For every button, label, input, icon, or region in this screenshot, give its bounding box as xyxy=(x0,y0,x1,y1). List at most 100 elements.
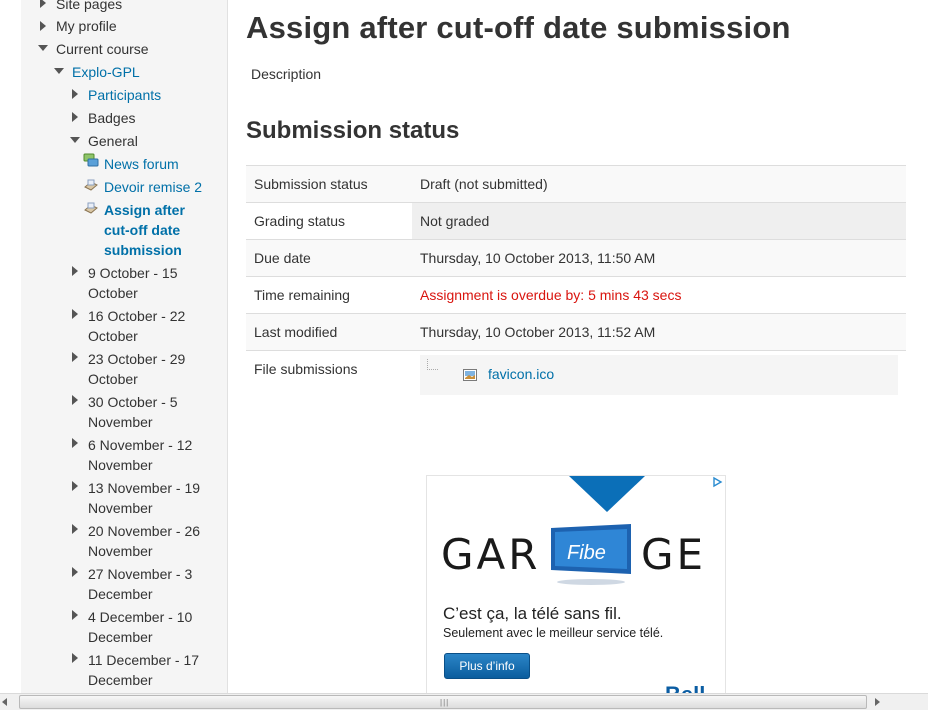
nav-news-forum[interactable]: News forum xyxy=(104,154,179,174)
nav-assign-after-cutoff[interactable]: Assign after cut-off date submission xyxy=(104,200,185,260)
row-label: Last modified xyxy=(246,313,412,351)
grading-status-value: Not graded xyxy=(412,202,906,240)
nav-label-line: November xyxy=(88,457,153,473)
nav-week-section[interactable]: 4 December - 10 December xyxy=(88,607,192,647)
scroll-right-arrow-icon[interactable] xyxy=(875,698,880,706)
nav-my-profile[interactable]: My profile xyxy=(56,16,117,36)
forum-icon xyxy=(83,153,99,167)
nav-label-line: cut-off date xyxy=(104,222,181,238)
scrollbar-thumb[interactable]: ||| xyxy=(19,695,867,709)
ad-wordmark-right: GE xyxy=(641,530,707,579)
expand-arrow-icon[interactable] xyxy=(72,266,78,276)
nav-label-line: 16 October - 22 xyxy=(88,308,186,324)
nav-label-line: 6 November - 12 xyxy=(88,437,193,453)
ad-subline: Seulement avec le meilleur service télé. xyxy=(443,626,664,640)
nav-participants[interactable]: Participants xyxy=(88,85,161,105)
row-label: Due date xyxy=(246,239,412,277)
nav-label-line: Assign after xyxy=(104,202,185,218)
navigation-sidebar: Site pages My profile Current course Exp… xyxy=(21,0,228,693)
row-label: Submission status xyxy=(246,165,412,203)
expand-arrow-icon[interactable] xyxy=(72,653,78,663)
collapse-arrow-icon[interactable] xyxy=(54,68,64,74)
nav-label-line: 11 December - 17 xyxy=(88,652,200,668)
collapse-arrow-icon[interactable] xyxy=(38,45,48,51)
nav-label-line: December xyxy=(88,629,153,645)
nav-label-line: December xyxy=(88,672,153,688)
nav-badges[interactable]: Badges xyxy=(88,108,135,128)
table-row: File submissions favicon.ico xyxy=(246,350,906,421)
table-row: Time remaining Assignment is overdue by:… xyxy=(246,276,906,314)
ad-wordmark-left: GAR xyxy=(441,530,541,579)
expand-arrow-icon[interactable] xyxy=(40,0,46,8)
nav-label-line: November xyxy=(88,414,153,430)
collapse-arrow-icon[interactable] xyxy=(70,137,80,143)
nav-week-section[interactable]: 23 October - 29 October xyxy=(88,349,185,389)
nav-week-section[interactable]: 9 October - 15 October xyxy=(88,263,178,303)
nav-label-line: 20 November - 26 xyxy=(88,523,201,539)
ad-tagline: C’est ça, la télé sans fil. xyxy=(443,604,622,623)
nav-week-section[interactable]: 30 October - 5 November xyxy=(88,392,178,432)
nav-week-section[interactable]: 20 November - 26 November xyxy=(88,521,200,561)
nav-devoir-remise-2[interactable]: Devoir remise 2 xyxy=(104,177,202,197)
nav-week-section[interactable]: 13 November - 19 November xyxy=(88,478,200,518)
file-tree: favicon.ico xyxy=(420,355,898,395)
nav-label-line: 4 December - 10 xyxy=(88,609,193,625)
expand-arrow-icon[interactable] xyxy=(72,481,78,491)
nav-label-line: 30 October - 5 xyxy=(88,394,178,410)
horizontal-scrollbar[interactable]: ||| xyxy=(0,693,928,710)
nav-label-line: 13 November - 19 xyxy=(88,480,201,496)
nav-label-line: October xyxy=(88,371,138,387)
nav-course-explo-gpl[interactable]: Explo-GPL xyxy=(72,62,140,82)
ad-brand-logo: Bell xyxy=(665,682,705,693)
row-value: Thursday, 10 October 2013, 11:52 AM xyxy=(412,313,906,351)
row-value: Draft (not submitted) xyxy=(412,165,906,203)
ad-wordmark: GAR Fibe GE xyxy=(441,524,711,594)
ad-choices-icon[interactable] xyxy=(711,476,723,488)
nav-general[interactable]: General xyxy=(88,131,138,151)
row-label: Time remaining xyxy=(246,276,412,314)
scroll-left-arrow-icon[interactable] xyxy=(2,698,7,706)
assignment-description: Description xyxy=(251,66,322,82)
nav-label-line: 9 October - 15 xyxy=(88,265,178,281)
nav-label-line: November xyxy=(88,500,153,516)
expand-arrow-icon[interactable] xyxy=(40,21,46,31)
file-submissions-cell: favicon.ico xyxy=(412,350,906,421)
table-row: Due date Thursday, 10 October 2013, 11:5… xyxy=(246,239,906,277)
left-gutter xyxy=(0,0,21,693)
expand-arrow-icon[interactable] xyxy=(72,112,78,122)
nav-week-section[interactable]: 11 December - 17 December xyxy=(88,650,199,690)
expand-arrow-icon[interactable] xyxy=(72,567,78,577)
page-title: Assign after cut-off date submission xyxy=(246,10,791,45)
expand-arrow-icon[interactable] xyxy=(72,89,78,99)
expand-arrow-icon[interactable] xyxy=(72,352,78,362)
nav-site-pages[interactable]: Site pages xyxy=(56,0,122,14)
nav-label-line: December xyxy=(88,586,153,602)
table-row: Submission status Draft (not submitted) xyxy=(246,165,906,203)
ad-more-info-button[interactable]: Plus d’info xyxy=(444,653,530,679)
nav-label-line: November xyxy=(88,543,153,559)
row-label: Grading status xyxy=(246,202,412,240)
nav-label-line: 27 November - 3 xyxy=(88,566,193,582)
nav-week-section[interactable]: 6 November - 12 November xyxy=(88,435,192,475)
nav-week-section[interactable]: 16 October - 22 October xyxy=(88,306,185,346)
scrollbar-corner xyxy=(884,694,928,710)
file-link-favicon[interactable]: favicon.ico xyxy=(488,366,554,382)
expand-arrow-icon[interactable] xyxy=(72,395,78,405)
expand-arrow-icon[interactable] xyxy=(72,610,78,620)
main-content: Assign after cut-off date submission Des… xyxy=(228,0,928,693)
nav-label-line: October xyxy=(88,328,138,344)
nav-current-course[interactable]: Current course xyxy=(56,39,149,59)
assignment-icon xyxy=(84,179,98,191)
nav-label-line: submission xyxy=(104,242,182,258)
expand-arrow-icon[interactable] xyxy=(72,309,78,319)
table-row: Grading status Not graded xyxy=(246,202,906,240)
advertisement-banner[interactable]: GAR Fibe GE C’est ça, la télé sans fil. … xyxy=(426,475,726,693)
scrollbar-grip-icon: ||| xyxy=(440,698,450,707)
expand-arrow-icon[interactable] xyxy=(72,524,78,534)
expand-arrow-icon[interactable] xyxy=(72,438,78,448)
ad-chevron-graphic xyxy=(569,476,645,512)
row-value: Thursday, 10 October 2013, 11:50 AM xyxy=(412,239,906,277)
submission-status-table: Submission status Draft (not submitted) … xyxy=(246,165,906,421)
nav-week-section[interactable]: 27 November - 3 December xyxy=(88,564,192,604)
nav-label-line: 23 October - 29 xyxy=(88,351,186,367)
